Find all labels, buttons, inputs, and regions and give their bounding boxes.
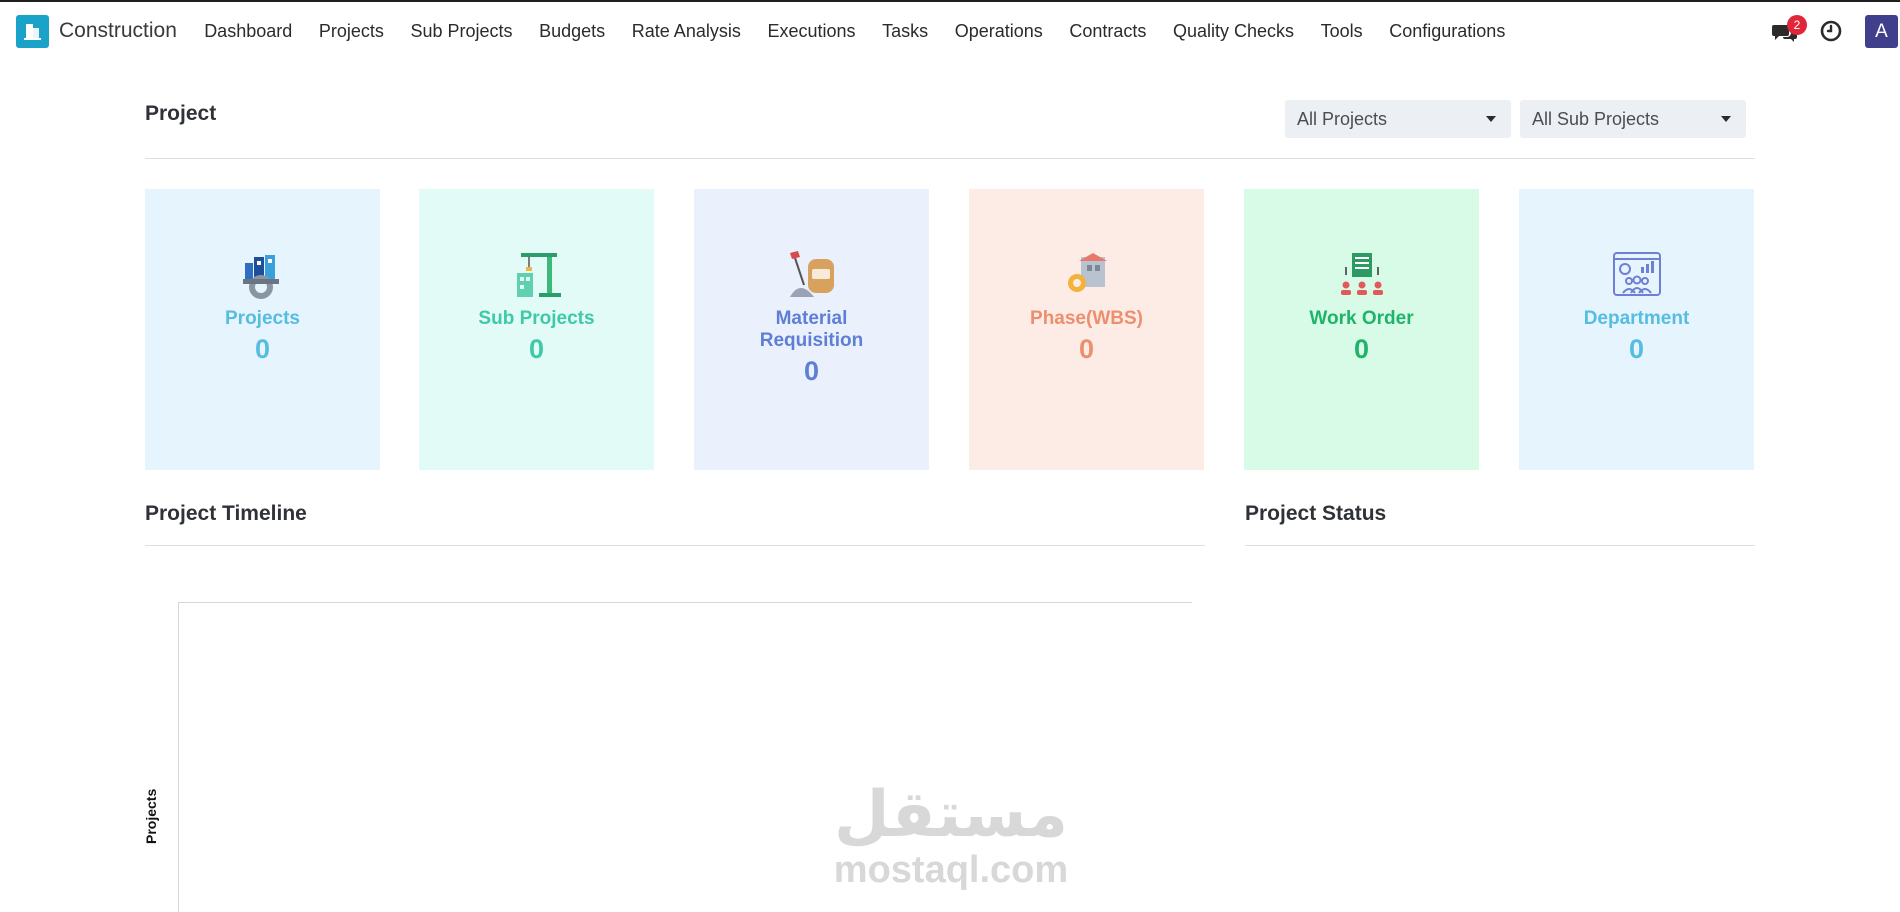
caret-down-icon bbox=[1486, 116, 1496, 122]
card-sub-projects-value: 0 bbox=[528, 334, 545, 364]
menu-item-tasks[interactable]: Tasks bbox=[869, 21, 942, 42]
caret-down-icon bbox=[1721, 116, 1731, 122]
menu-item-dashboard[interactable]: Dashboard bbox=[191, 21, 306, 42]
menu-item-budgets[interactable]: Budgets bbox=[526, 21, 619, 42]
menu-item-rate-analysis[interactable]: Rate Analysis bbox=[618, 21, 754, 42]
watermark-latin: mostaql.com bbox=[833, 849, 1069, 891]
card-department[interactable]: Department 0 bbox=[1519, 189, 1754, 470]
mostaql-watermark: مستقل mostaql.com bbox=[826, 780, 1076, 900]
card-projects[interactable]: Projects 0 bbox=[145, 189, 380, 470]
timeline-y-axis-label: Projects bbox=[143, 788, 159, 844]
card-phase-wbs[interactable]: Phase(WBS) 0 bbox=[969, 189, 1204, 470]
card-phase-wbs-label: Phase(WBS) bbox=[1030, 308, 1143, 329]
all-sub-projects-select-value: All Sub Projects bbox=[1532, 108, 1660, 129]
card-projects-value: 0 bbox=[254, 334, 271, 364]
projects-icon bbox=[242, 255, 279, 299]
menu-item-operations[interactable]: Operations bbox=[941, 21, 1056, 42]
menu-item-contracts[interactable]: Contracts bbox=[1056, 21, 1160, 42]
clock-icon[interactable] bbox=[1819, 19, 1843, 43]
brand[interactable]: Construction bbox=[16, 14, 177, 48]
card-projects-label: Projects bbox=[225, 308, 300, 329]
construction-logo-icon bbox=[16, 14, 49, 48]
card-work-order-label: Work Order bbox=[1309, 308, 1414, 329]
crane-icon bbox=[516, 253, 561, 297]
card-work-order-value: 0 bbox=[1353, 334, 1370, 364]
timeline-divider bbox=[145, 545, 1205, 546]
messages-count-badge: 2 bbox=[1787, 15, 1807, 35]
user-avatar[interactable]: A bbox=[1865, 14, 1898, 48]
work-order-icon bbox=[1340, 253, 1383, 295]
card-department-label: Department bbox=[1583, 308, 1690, 329]
card-material-requisition[interactable]: Material Requisition 0 bbox=[694, 189, 929, 470]
department-icon bbox=[1612, 252, 1661, 296]
menu-item-configurations[interactable]: Configurations bbox=[1376, 21, 1519, 42]
menu-item-executions[interactable]: Executions bbox=[754, 21, 869, 42]
card-material-requisition-label: Material Requisition bbox=[759, 308, 864, 351]
card-material-requisition-value: 0 bbox=[803, 356, 820, 386]
menu-item-quality-checks[interactable]: Quality Checks bbox=[1160, 21, 1308, 42]
menu-item-sub-projects[interactable]: Sub Projects bbox=[397, 21, 526, 42]
project-timeline-title: Project Timeline bbox=[145, 502, 307, 525]
all-projects-select[interactable]: All Projects bbox=[1285, 100, 1511, 138]
watermark-arabic: مستقل bbox=[833, 778, 1069, 852]
card-sub-projects-label: Sub Projects bbox=[478, 308, 595, 329]
main-menu: Dashboard Projects Sub Projects Budgets … bbox=[191, 21, 1519, 42]
status-divider bbox=[1245, 545, 1755, 546]
project-divider bbox=[145, 158, 1755, 159]
phase-building-icon bbox=[1067, 253, 1107, 292]
project-section-title: Project bbox=[145, 102, 217, 125]
messages-button[interactable]: 2 bbox=[1769, 15, 1807, 46]
cement-bag-icon bbox=[789, 251, 834, 297]
project-status-title: Project Status bbox=[1245, 502, 1387, 525]
card-work-order[interactable]: Work Order 0 bbox=[1244, 189, 1479, 470]
menu-item-projects[interactable]: Projects bbox=[306, 21, 398, 42]
card-sub-projects[interactable]: Sub Projects 0 bbox=[419, 189, 654, 470]
card-department-value: 0 bbox=[1628, 334, 1645, 364]
top-navbar: Construction Dashboard Projects Sub Proj… bbox=[0, 2, 1900, 60]
navbar-right: 2 A bbox=[1769, 2, 1900, 60]
card-phase-wbs-value: 0 bbox=[1078, 334, 1095, 364]
menu-item-tools[interactable]: Tools bbox=[1307, 21, 1376, 42]
all-sub-projects-select[interactable]: All Sub Projects bbox=[1520, 100, 1746, 138]
all-projects-select-value: All Projects bbox=[1297, 108, 1388, 129]
brand-name: Construction bbox=[59, 19, 177, 42]
